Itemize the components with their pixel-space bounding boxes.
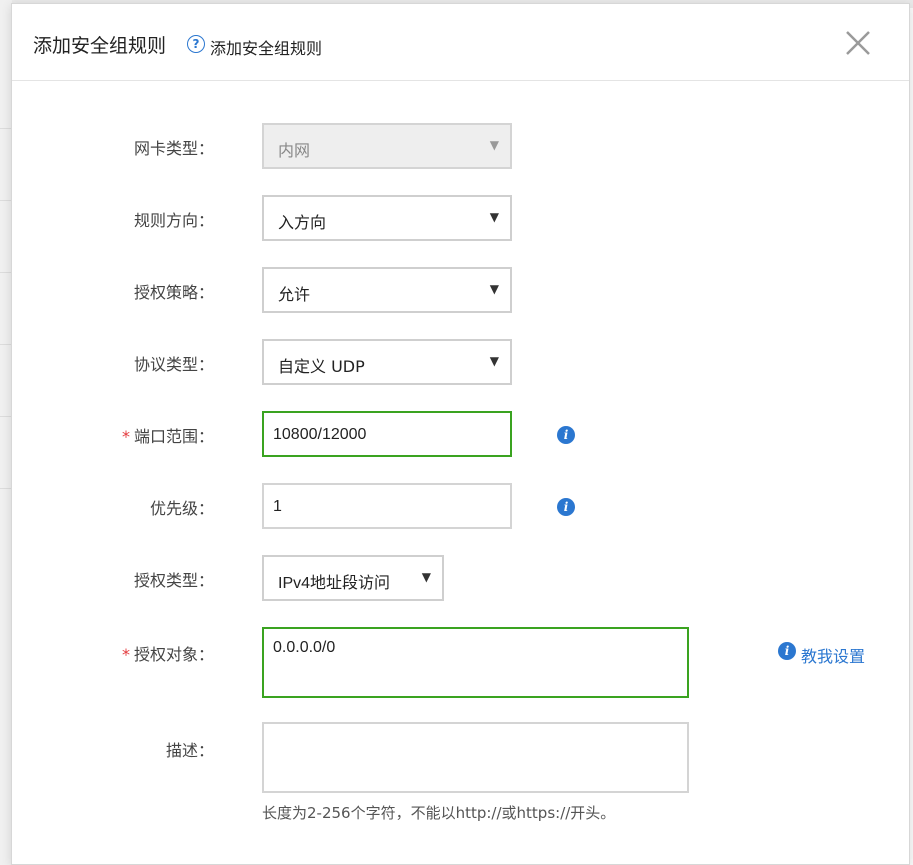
caret-down-icon: ▼	[489, 210, 499, 224]
info-icon[interactable]: i	[557, 426, 575, 444]
auth-object-label: * 授权对象：	[121, 645, 214, 664]
auth-type-value: IPv4地址段访问	[278, 575, 391, 592]
priority-input[interactable]: 1	[262, 483, 512, 529]
auth-type-label: 授权类型：	[133, 571, 214, 590]
description-textarea[interactable]	[262, 722, 689, 793]
add-security-group-rule-dialog: 添加安全组规则 ? 添加安全组规则 网卡类型： 内网 ▼ 规则方向： 入方向 ▼…	[11, 3, 910, 865]
required-mark: *	[121, 427, 130, 446]
protocol-label: 协议类型：	[133, 355, 214, 374]
nic-type-select: 内网 ▼	[262, 123, 512, 169]
direction-label: 规则方向：	[133, 211, 214, 230]
info-icon[interactable]: i	[778, 642, 796, 660]
caret-down-icon: ▼	[489, 138, 499, 152]
description-label: 描述：	[165, 741, 214, 760]
help-link[interactable]: 添加安全组规则	[210, 35, 322, 59]
port-range-label: * 端口范围：	[121, 427, 214, 446]
caret-down-icon: ▼	[489, 282, 499, 296]
policy-label: 授权策略：	[133, 283, 214, 302]
required-mark: *	[121, 645, 130, 664]
auth-object-value: 0.0.0.0/0	[273, 639, 336, 656]
policy-value: 允许	[278, 285, 311, 304]
teach-me-setup-link[interactable]: 教我设置	[801, 643, 865, 667]
caret-down-icon: ▼	[489, 354, 499, 368]
nic-type-label: 网卡类型：	[133, 139, 214, 158]
nic-type-value: 内网	[278, 141, 311, 160]
priority-value: 1	[273, 498, 282, 515]
question-circle-icon[interactable]: ?	[187, 35, 205, 53]
direction-value: 入方向	[278, 213, 327, 232]
auth-type-select[interactable]: IPv4地址段访问 ▼	[262, 555, 444, 601]
close-button[interactable]	[843, 28, 873, 58]
close-icon	[846, 31, 870, 55]
protocol-value: 自定义 UDP	[278, 357, 365, 376]
info-icon[interactable]: i	[557, 498, 575, 516]
port-range-value: 10800/12000	[273, 426, 367, 443]
priority-label: 优先级：	[149, 499, 214, 518]
port-range-input[interactable]: 10800/12000	[262, 411, 512, 457]
dialog-header: 添加安全组规则 ? 添加安全组规则	[12, 4, 909, 81]
auth-object-textarea[interactable]: 0.0.0.0/0	[262, 627, 689, 698]
description-hint: 长度为2-256个字符，不能以http://或https://开头。	[262, 804, 616, 822]
direction-select[interactable]: 入方向 ▼	[262, 195, 512, 241]
policy-select[interactable]: 允许 ▼	[262, 267, 512, 313]
dialog-title: 添加安全组规则	[33, 35, 167, 57]
caret-down-icon: ▼	[421, 570, 431, 584]
protocol-select[interactable]: 自定义 UDP ▼	[262, 339, 512, 385]
